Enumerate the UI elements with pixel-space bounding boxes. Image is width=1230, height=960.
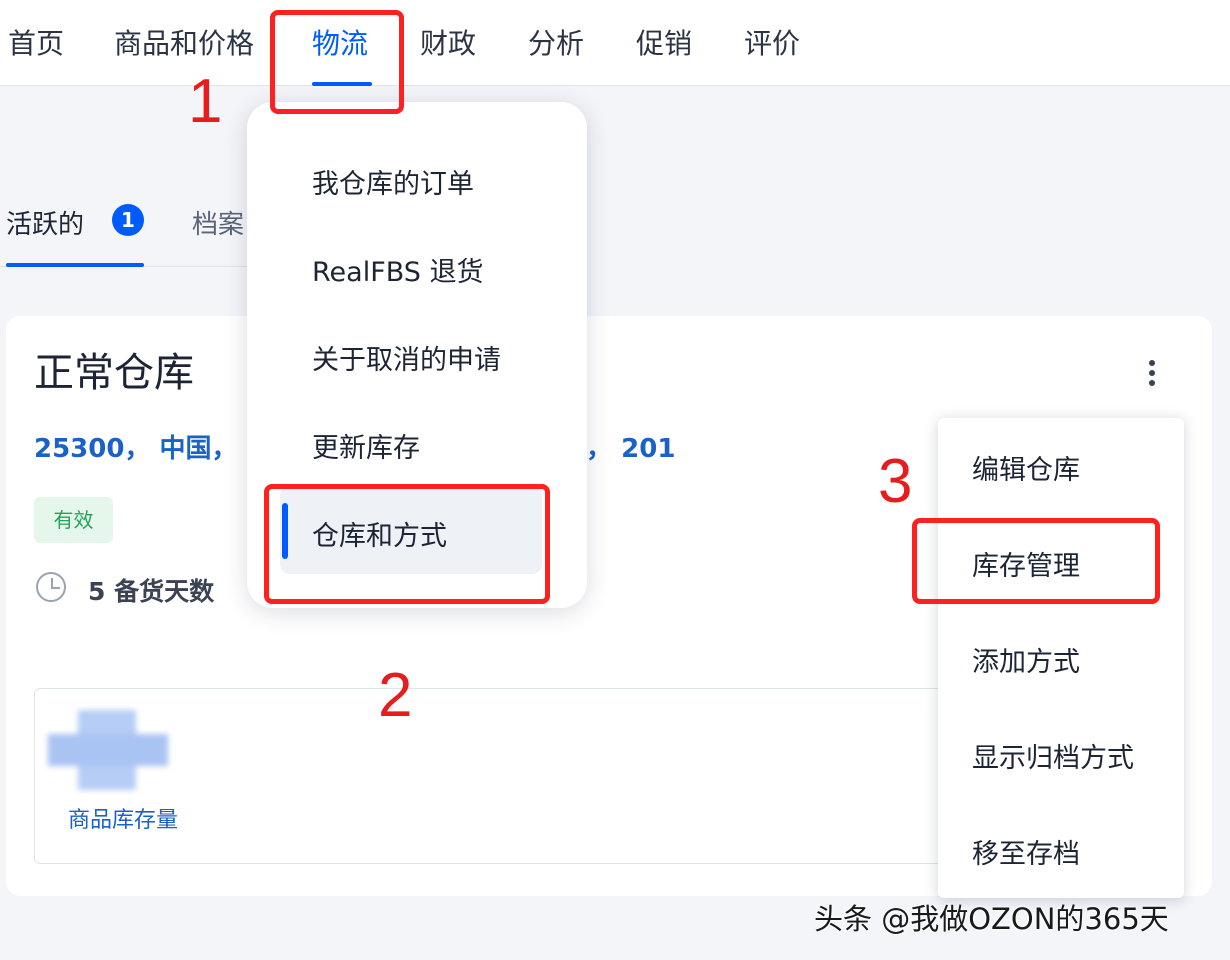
menu-update-stock[interactable]: 更新库存 [312, 426, 420, 465]
tab-active-underline [6, 263, 144, 267]
nav-analytics[interactable]: 分析 [528, 22, 584, 62]
tab-active[interactable]: 活跃的 [6, 204, 84, 241]
annotation-box-2 [264, 484, 550, 604]
active-count-badge: 1 [112, 204, 144, 236]
prep-days: 5 备货天数 [88, 577, 215, 606]
more-options-icon[interactable] [1140, 358, 1164, 394]
stock-panel [34, 688, 954, 864]
clock-icon [36, 572, 66, 602]
top-navigation: 首页 商品和价格 物流 财政 分析 促销 评价 [0, 0, 1230, 86]
menu-show-archived-methods[interactable]: 显示归档方式 [972, 736, 1134, 775]
stock-link[interactable]: 商品库存量 [68, 802, 178, 834]
annotation-box-3 [912, 518, 1160, 604]
annotation-number-2: 2 [378, 661, 413, 730]
menu-move-to-archive[interactable]: 移至存档 [972, 832, 1080, 871]
nav-reviews[interactable]: 评价 [744, 22, 800, 62]
menu-my-warehouse-orders[interactable]: 我仓库的订单 [312, 162, 474, 201]
nav-promotions[interactable]: 促销 [636, 22, 692, 62]
stock-image [48, 710, 168, 790]
nav-products-prices[interactable]: 商品和价格 [114, 22, 254, 62]
annotation-number-3: 3 [878, 447, 913, 516]
nav-home[interactable]: 首页 [8, 22, 64, 62]
nav-finance[interactable]: 财政 [420, 22, 476, 62]
status-badge: 有效 [34, 497, 113, 543]
annotation-number-1: 1 [188, 67, 223, 136]
menu-add-method[interactable]: 添加方式 [972, 640, 1080, 679]
tab-archive[interactable]: 档案 [192, 204, 244, 241]
warehouse-address-start: 25300， 中国， [34, 434, 238, 464]
menu-cancellation-requests[interactable]: 关于取消的申请 [312, 338, 501, 377]
annotation-box-1 [270, 10, 404, 114]
menu-realfbs-returns[interactable]: RealFBS 退货 [312, 250, 484, 289]
menu-edit-warehouse[interactable]: 编辑仓库 [972, 448, 1080, 487]
watermark: 头条 @我做OZON的365天 [814, 902, 1169, 936]
warehouse-title: 正常仓库 [34, 350, 194, 396]
